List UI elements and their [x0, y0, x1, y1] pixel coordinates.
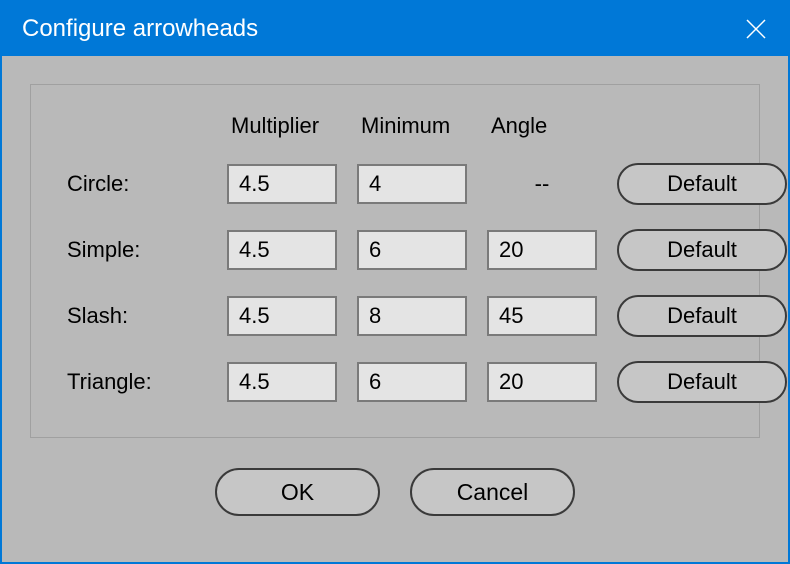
cancel-button[interactable]: Cancel [410, 468, 575, 516]
circle-default-button[interactable]: Default [617, 163, 787, 205]
simple-minimum-input[interactable] [357, 230, 467, 270]
settings-grid: Multiplier Minimum Angle Circle: -- Defa… [67, 113, 723, 403]
simple-angle-input[interactable] [487, 230, 597, 270]
triangle-angle-input[interactable] [487, 362, 597, 402]
header-multiplier: Multiplier [227, 113, 337, 139]
simple-default-button[interactable]: Default [617, 229, 787, 271]
ok-button[interactable]: OK [215, 468, 380, 516]
circle-minimum-input[interactable] [357, 164, 467, 204]
header-minimum: Minimum [357, 113, 467, 139]
slash-minimum-input[interactable] [357, 296, 467, 336]
slash-angle-input[interactable] [487, 296, 597, 336]
label-simple: Simple: [67, 237, 207, 263]
simple-multiplier-input[interactable] [227, 230, 337, 270]
triangle-multiplier-input[interactable] [227, 362, 337, 402]
titlebar: Configure arrowheads [2, 2, 788, 56]
slash-multiplier-input[interactable] [227, 296, 337, 336]
circle-angle-placeholder: -- [487, 171, 597, 197]
dialog-window: Configure arrowheads Multiplier Minimum … [0, 0, 790, 564]
slash-default-button[interactable]: Default [617, 295, 787, 337]
triangle-minimum-input[interactable] [357, 362, 467, 402]
close-icon[interactable] [744, 17, 768, 41]
label-triangle: Triangle: [67, 369, 207, 395]
label-circle: Circle: [67, 171, 207, 197]
dialog-content: Multiplier Minimum Angle Circle: -- Defa… [2, 56, 788, 562]
triangle-default-button[interactable]: Default [617, 361, 787, 403]
dialog-button-row: OK Cancel [30, 468, 760, 516]
label-slash: Slash: [67, 303, 207, 329]
dialog-title: Configure arrowheads [22, 15, 258, 43]
circle-multiplier-input[interactable] [227, 164, 337, 204]
header-angle: Angle [487, 113, 597, 139]
settings-group: Multiplier Minimum Angle Circle: -- Defa… [30, 84, 760, 438]
